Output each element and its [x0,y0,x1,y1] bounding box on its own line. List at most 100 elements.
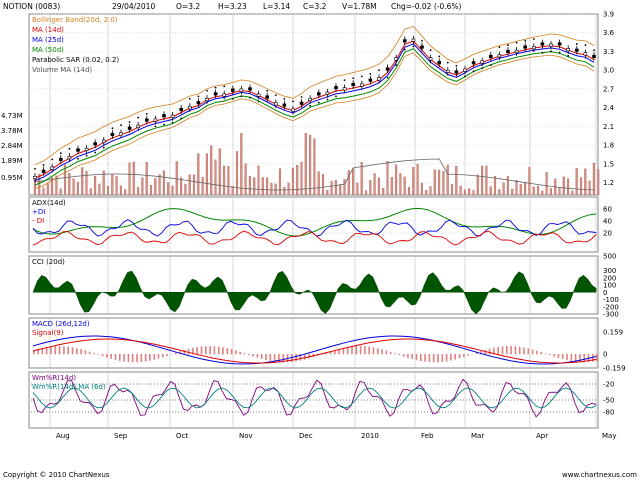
candle [33,175,37,180]
price-tick: 2.4 [603,104,615,112]
sar-dot [593,49,595,52]
volume-bar [72,178,75,196]
month-label: 2010 [361,432,379,440]
candle [506,49,510,53]
candle [41,169,46,173]
volume-bar [390,177,393,196]
volume-bar [231,186,234,196]
price-tick: 1.5 [603,160,614,168]
cci-tick: -300 [603,311,619,319]
macd-hist-bar [260,354,263,359]
macd-hist-bar [162,354,164,358]
macd-hist-bar [295,354,297,362]
volume-bar [119,185,122,196]
macd-hist-bar [527,348,530,355]
price-tick: 2.7 [603,85,614,93]
header-low: L=3.14 [263,2,290,11]
volume-bar [132,161,135,196]
candle [531,46,536,50]
month-label: Sep [114,432,128,440]
macd-hist-bar [514,346,517,355]
month-label: Mar [471,432,484,440]
macd-hist-bar [518,346,521,355]
month-label: Feb [421,432,434,440]
volume-bar [261,177,264,196]
volume-bar [399,173,402,196]
macd-hist-bar [488,348,491,355]
volume-bar [192,174,196,196]
sar-dot [154,125,157,128]
volume-bar [287,182,290,196]
volume-bar [158,174,161,196]
sar-dot [249,96,251,99]
macd-hist-bar [557,354,560,358]
adx-tick: 20 [603,230,612,238]
sar-dot [128,121,131,123]
candle [411,38,416,42]
candle [428,57,433,61]
macd-hist-bar [200,346,203,355]
sar-dot [429,49,432,52]
macd-hist-bar [497,346,499,355]
macd-hist-bar [217,346,220,355]
volume-bar [240,133,243,196]
candle [102,139,106,143]
macd-hist-bar [50,346,52,355]
volume-bar [438,169,441,196]
volume-bar [162,170,165,196]
macd-hist-bar [420,354,422,361]
price-tick: 2.1 [603,123,614,131]
sar-dot [94,151,97,154]
macd-hist-bar [222,347,224,355]
macd-hist-bar [385,350,388,355]
macd-hist-bar [432,354,435,363]
candle [299,101,304,105]
volume-bar [214,159,217,196]
volume-bar [519,183,522,196]
macd-hist-bar [407,354,409,358]
macd-hist-bar [136,354,138,363]
candle [136,124,140,128]
sar-dot [507,44,509,47]
footer-site: www.chartnexus.com [562,471,637,479]
macd-hist-bar [187,348,190,355]
candle [540,42,545,46]
cci-tick: 500 [603,253,616,261]
macd-tick: 0.159 [603,329,623,337]
header-symbol: NOTION (0083) [3,2,60,11]
volume-bar [442,171,445,196]
volume-bar [515,180,518,196]
macd-hist-bar [411,354,413,360]
candle [256,93,261,97]
legend-minus-di: - DI [32,217,44,225]
macd-hist-bar [454,354,456,360]
sar-dot [524,39,527,42]
volume-bar [472,190,475,196]
macd-hist-bar [209,346,211,355]
header-date: 29/04/2010 [112,2,155,11]
volume-bar [266,177,269,196]
adx-tick: 60 [603,206,612,214]
candle [402,39,407,43]
macd-hist-bar [106,354,108,358]
candle [205,97,209,102]
volume-bar [403,176,406,196]
macd-hist-bar [355,346,358,355]
macd-hist-bar [119,354,121,361]
header-change: Chg=-0.02 (-0.6%) [391,2,462,11]
volume-bar [369,180,372,196]
macd-hist-bar [174,352,177,355]
sar-dot [584,44,587,47]
month-label: Aug [56,432,70,440]
volume-bar [124,189,127,196]
sar-dot [309,104,312,107]
volume-tick: 3.78M [1,127,23,135]
candle [67,156,72,160]
sar-dot [446,61,449,64]
volume-bar [278,168,282,196]
macd-hist-bar [428,354,431,363]
price-tick: 3.3 [603,48,614,56]
sar-dot [85,154,88,157]
macd-hist-bar [226,348,229,355]
header-volume: V=1.78M [342,2,377,11]
